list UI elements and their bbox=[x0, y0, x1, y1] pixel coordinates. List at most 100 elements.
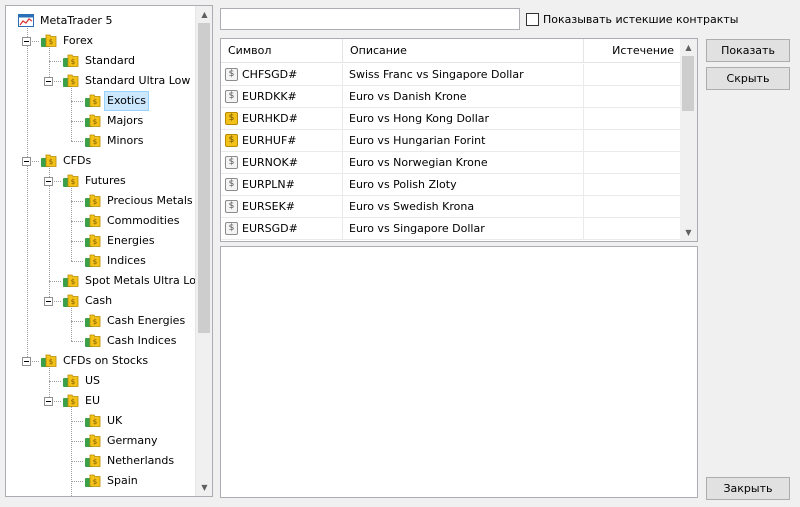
symbol-gray-icon[interactable]: $ bbox=[225, 200, 238, 213]
svg-text:$: $ bbox=[71, 378, 75, 386]
folder-icon: $ bbox=[63, 394, 79, 408]
tree-item[interactable]: $ Exotics bbox=[6, 91, 196, 111]
table-row[interactable]: $ EURSGD# Euro vs Singapore Dollar bbox=[221, 218, 682, 240]
tree-item[interactable]: $ Standard Ultra Low bbox=[6, 71, 196, 91]
tree-item[interactable]: $ US bbox=[6, 371, 196, 391]
tree-item[interactable]: $ Forex bbox=[6, 31, 196, 51]
folder-icon: $ bbox=[85, 234, 101, 248]
tree-item-label: Minors bbox=[107, 134, 144, 147]
scroll-up-arrow-icon[interactable]: ▲ bbox=[196, 6, 212, 23]
scrollbar-thumb[interactable] bbox=[198, 23, 210, 333]
tree-item[interactable]: $ Cash bbox=[6, 291, 196, 311]
show-expired-checkbox[interactable] bbox=[526, 12, 539, 26]
symbol-gray-icon[interactable]: $ bbox=[225, 90, 238, 103]
symbol-details-panel bbox=[220, 246, 698, 498]
tree-item[interactable]: MetaTrader 5 bbox=[6, 11, 196, 31]
tree-item[interactable]: $ Energies bbox=[6, 231, 196, 251]
table-row[interactable]: $ EURHKD# Euro vs Hong Kong Dollar bbox=[221, 108, 682, 130]
tree-item[interactable]: $ Cash Indices bbox=[6, 331, 196, 351]
tree-item-label: Cash bbox=[85, 294, 113, 307]
folder-icon: $ bbox=[85, 214, 101, 228]
column-header-description[interactable]: Описание bbox=[343, 39, 584, 63]
table-vertical-scrollbar[interactable]: ▲ ▼ bbox=[680, 39, 697, 241]
symbol-gold-icon[interactable]: $ bbox=[225, 112, 238, 125]
tree-item-label: Spain bbox=[107, 474, 138, 487]
tree-item[interactable]: $ Majors bbox=[6, 111, 196, 131]
collapse-toggle-icon[interactable] bbox=[44, 397, 53, 406]
folder-icon: $ bbox=[85, 94, 101, 108]
symbol-name: CHFSGD# bbox=[242, 68, 298, 81]
tree-item-label: US bbox=[85, 374, 101, 387]
close-button[interactable]: Закрыть bbox=[706, 477, 790, 500]
symbol-group-tree[interactable]: MetaTrader 5 $ Forex $ Standard $ Standard Ult… bbox=[5, 5, 213, 497]
symbol-gray-icon[interactable]: $ bbox=[225, 68, 238, 81]
tree-vertical-scrollbar[interactable]: ▲ ▼ bbox=[195, 6, 212, 496]
collapse-toggle-icon[interactable] bbox=[22, 157, 31, 166]
expiration-cell bbox=[584, 174, 682, 196]
tree-item-label: Commodities bbox=[107, 214, 180, 227]
tree-item[interactable]: $ Netherlands bbox=[6, 451, 196, 471]
hide-button[interactable]: Скрыть bbox=[706, 67, 790, 90]
svg-text:$: $ bbox=[93, 198, 97, 206]
show-button[interactable]: Показать bbox=[706, 39, 790, 62]
column-header-expiration[interactable]: Истечение bbox=[584, 39, 682, 63]
symbol-cell: $ EURPLN# bbox=[221, 174, 343, 196]
svg-text:$: $ bbox=[93, 338, 97, 346]
tree-item[interactable]: $ Cash Energies bbox=[6, 311, 196, 331]
folder-icon: $ bbox=[85, 414, 101, 428]
symbols-table[interactable]: Символ Описание Истечение $ CHFSGD# Swiss … bbox=[220, 38, 698, 242]
tree-item[interactable]: $ CFDs bbox=[6, 151, 196, 171]
folder-icon: $ bbox=[85, 434, 101, 448]
tree-item[interactable]: $ Spot Metals Ultra Low bbox=[6, 271, 205, 291]
table-row[interactable]: $ EURNOK# Euro vs Norwegian Krone bbox=[221, 152, 682, 174]
collapse-toggle-icon[interactable] bbox=[22, 357, 31, 366]
tree-item[interactable]: $ Precious Metals bbox=[6, 191, 196, 211]
tree-item-label: Netherlands bbox=[107, 454, 175, 467]
table-row[interactable]: $ EURPLN# Euro vs Polish Zloty bbox=[221, 174, 682, 196]
scrollbar-thumb[interactable] bbox=[682, 56, 694, 111]
symbol-name: EURNOK# bbox=[242, 156, 298, 169]
collapse-toggle-icon[interactable] bbox=[44, 297, 53, 306]
symbol-cell: $ CHFSGD# bbox=[221, 64, 343, 86]
table-row[interactable]: $ EURSEK# Euro vs Swedish Krona bbox=[221, 196, 682, 218]
symbol-gray-icon[interactable]: $ bbox=[225, 178, 238, 191]
tree-item[interactable]: $ Minors bbox=[6, 131, 196, 151]
table-row[interactable]: $ EURHUF# Euro vs Hungarian Forint bbox=[221, 130, 682, 152]
tree-item[interactable]: $ Spain bbox=[6, 471, 196, 491]
symbol-cell: $ EURSGD# bbox=[221, 218, 343, 240]
svg-text:$: $ bbox=[71, 78, 75, 86]
tree-item[interactable]: $ Futures bbox=[6, 171, 196, 191]
folder-icon: $ bbox=[41, 354, 57, 368]
folder-icon: $ bbox=[63, 274, 79, 288]
tree-item-label: Germany bbox=[107, 434, 158, 447]
expiration-cell bbox=[584, 86, 682, 108]
symbol-gray-icon[interactable]: $ bbox=[225, 156, 238, 169]
tree-item[interactable]: $ UK bbox=[6, 411, 196, 431]
scroll-down-arrow-icon[interactable]: ▼ bbox=[196, 479, 212, 496]
tree-item[interactable]: $ Standard bbox=[6, 51, 196, 71]
svg-text:$: $ bbox=[49, 38, 53, 46]
tree-item[interactable]: $ Indices bbox=[6, 251, 196, 271]
tree-item-label: CFDs bbox=[63, 154, 92, 167]
svg-text:$: $ bbox=[49, 358, 53, 366]
symbol-gray-icon[interactable]: $ bbox=[225, 222, 238, 235]
scroll-up-arrow-icon[interactable]: ▲ bbox=[680, 39, 697, 56]
symbol-name: EURHUF# bbox=[242, 134, 297, 147]
column-header-symbol[interactable]: Символ bbox=[221, 39, 343, 63]
tree-item[interactable]: $ Germany bbox=[6, 431, 196, 451]
tree-item[interactable]: $ EU bbox=[6, 391, 196, 411]
tree-item-label: Forex bbox=[63, 34, 94, 47]
collapse-toggle-icon[interactable] bbox=[44, 77, 53, 86]
table-row[interactable]: $ EURDKK# Euro vs Danish Krone bbox=[221, 86, 682, 108]
table-row[interactable]: $ CHFSGD# Swiss Franc vs Singapore Dollar bbox=[221, 64, 682, 86]
tree-item-label: Spot Metals Ultra Low bbox=[85, 274, 205, 287]
description-cell: Euro vs Danish Krone bbox=[343, 86, 584, 108]
scroll-down-arrow-icon[interactable]: ▼ bbox=[680, 224, 697, 241]
tree-item[interactable]: $ CFDs on Stocks bbox=[6, 351, 196, 371]
symbol-search-input[interactable] bbox=[220, 8, 520, 30]
collapse-toggle-icon[interactable] bbox=[44, 177, 53, 186]
tree-item[interactable]: $ Commodities bbox=[6, 211, 196, 231]
symbol-gold-icon[interactable]: $ bbox=[225, 134, 238, 147]
collapse-toggle-icon[interactable] bbox=[22, 37, 31, 46]
show-expired-contracts-option[interactable]: Показывать истекшие контракты bbox=[526, 11, 738, 27]
